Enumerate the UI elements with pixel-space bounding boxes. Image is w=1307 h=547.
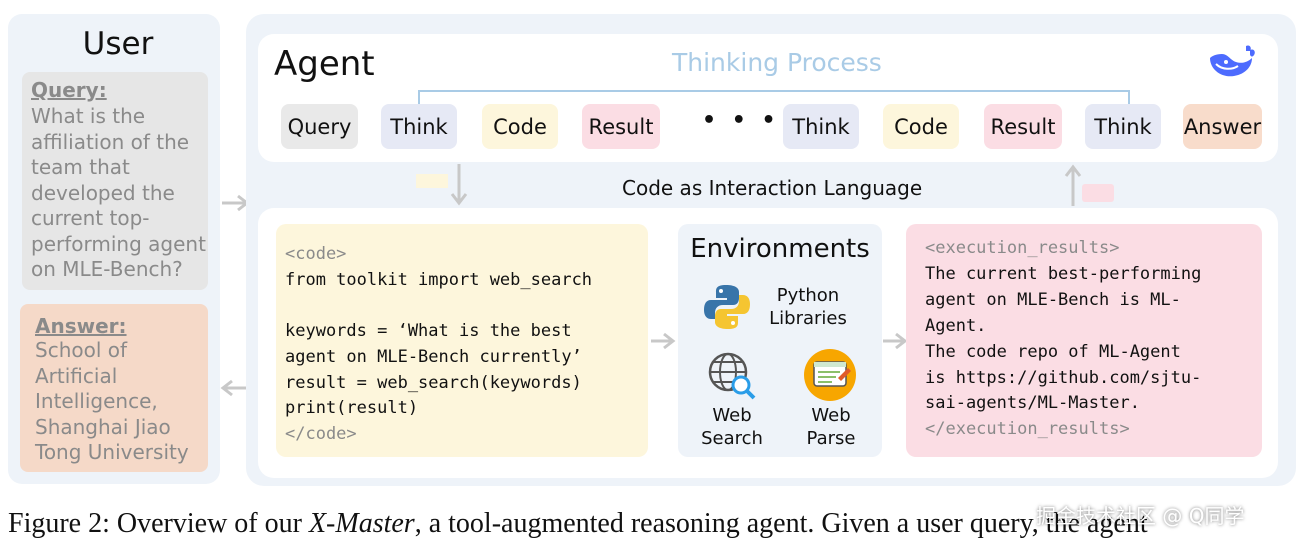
- code-to-env-arrow-icon: [651, 332, 676, 350]
- code-as-interaction-label: Code as Interaction Language: [622, 176, 923, 200]
- flow-code: Code: [482, 104, 558, 149]
- web-parse-label: Web Parse: [806, 405, 856, 449]
- user-title: User: [82, 26, 154, 62]
- code-open-tag: <code>: [285, 244, 347, 264]
- code-line: result = web_search(keywords): [285, 372, 582, 393]
- code-line: print(result): [285, 398, 419, 419]
- code-close-tag: </code>: [285, 423, 357, 444]
- thinking-process-label: Thinking Process: [672, 48, 882, 77]
- caption-system-name: X-Master: [308, 508, 415, 539]
- answer-label: Answer:: [35, 314, 127, 338]
- result-line: The code repo of ML-Agent: [925, 341, 1181, 362]
- code-line: keywords = ‘What is the best: [285, 321, 572, 342]
- flow-think: Think: [381, 104, 457, 149]
- environments-title: Environments: [690, 234, 870, 264]
- flow-code: Code: [883, 104, 959, 149]
- down-arrow-icon: [450, 164, 468, 206]
- result-marker: [1082, 184, 1114, 202]
- answer-text: School of Artificial Intelligence, Shang…: [35, 338, 189, 464]
- code-line: agent on MLE-Bench currently’: [285, 346, 582, 367]
- code-text: <code> from toolkit import web_search ke…: [285, 242, 645, 448]
- flow-query: Query: [281, 104, 358, 149]
- watermark: 掘金技术社区 @ Q同学: [1036, 504, 1245, 528]
- web-search-label: Web Search: [701, 405, 763, 449]
- result-line: is https://github.com/sjtu-: [925, 367, 1202, 388]
- caption-prefix: Figure 2: Overview of our: [8, 508, 309, 539]
- globe-search-icon: [708, 352, 756, 400]
- results-close-tag: </execution_results>: [925, 419, 1130, 440]
- flow-think: Think: [783, 104, 859, 149]
- agent-title: Agent: [274, 44, 375, 84]
- web-parse-icon: [804, 349, 856, 401]
- flow-result: Result: [984, 104, 1062, 149]
- whale-icon: [1210, 45, 1255, 77]
- result-line: sai-agents/ML-Master.: [925, 393, 1140, 414]
- python-logo-icon: [704, 285, 750, 329]
- flow-answer: Answer: [1183, 104, 1262, 149]
- flow-result: Result: [582, 104, 660, 149]
- flow-think: Think: [1085, 104, 1161, 149]
- python-libraries-label: Python Libraries: [769, 285, 847, 329]
- query-text: What is the affiliation of the team that…: [31, 104, 206, 281]
- execution-results-text: <execution_results> The current best-per…: [925, 236, 1261, 443]
- result-line: agent on MLE-Bench is ML-: [925, 289, 1181, 310]
- code-line: from toolkit import web_search: [285, 269, 593, 290]
- code-marker: [416, 174, 448, 188]
- flow-ellipsis: • • •: [702, 108, 780, 133]
- result-line: The current best-performing: [925, 263, 1202, 284]
- result-line: Agent.: [925, 315, 987, 336]
- results-open-tag: <execution_results>: [925, 238, 1120, 258]
- query-label: Query:: [31, 78, 107, 102]
